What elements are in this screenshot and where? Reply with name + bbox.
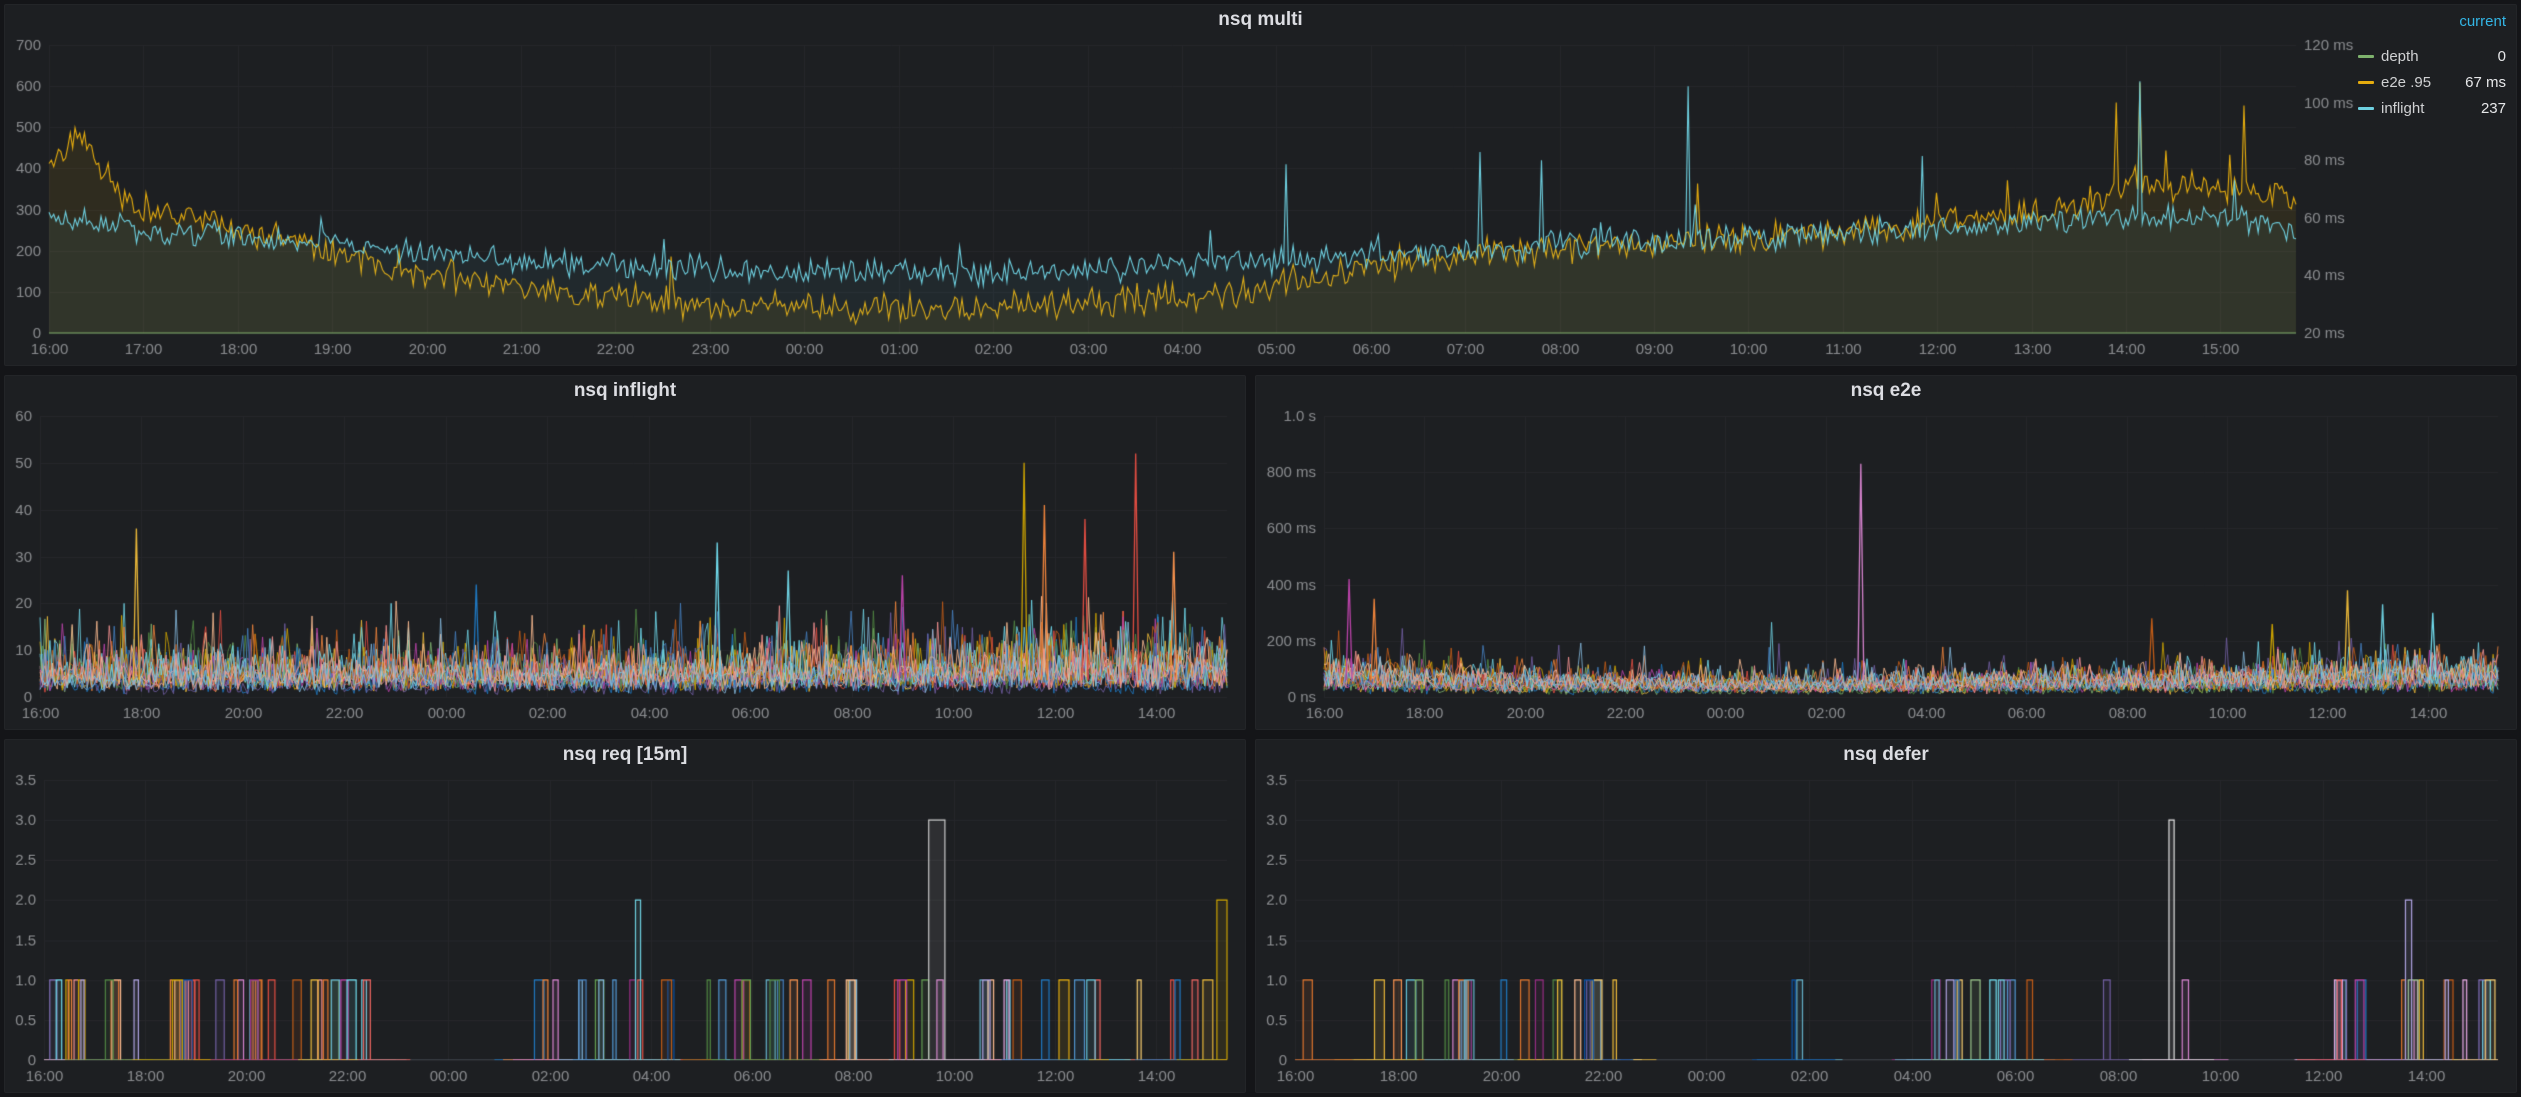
panel-body-nsq-e2e [1256,406,2516,729]
panel-body-nsq-inflight [5,406,1245,729]
panel-nsq-multi: nsq multi current depth 0 e2e .95 67 ms infl… [4,4,2517,366]
chart-canvas-nsq-req-15m[interactable] [7,770,1241,1091]
panel-body-nsq-defer [1256,770,2516,1093]
legend-nsq-multi: current depth 0 e2e .95 67 ms inflight 237 [2358,13,2506,126]
chart-canvas-nsq-multi[interactable] [7,35,2362,363]
dashboard-row-bottom: nsq req [15m] nsq defer [4,739,2517,1094]
panel-title-nsq-inflight[interactable]: nsq inflight [5,376,1245,406]
chart-canvas-nsq-e2e[interactable] [1258,406,2512,727]
panel-body-nsq-multi [5,35,2516,365]
legend-item-label: e2e .95 [2381,74,2431,91]
panel-body-nsq-req-15m [5,770,1245,1093]
legend-item-label: depth [2381,48,2419,65]
legend-item-current-value: 237 [2481,100,2506,117]
panel-title-nsq-multi[interactable]: nsq multi [5,5,2516,35]
panel-title-nsq-req-15m[interactable]: nsq req [15m] [5,740,1245,770]
legend-item-depth[interactable]: depth 0 [2358,48,2506,65]
chart-canvas-nsq-defer[interactable] [1258,770,2512,1091]
legend-item-current-value: 0 [2498,48,2506,65]
legend-color-dash [2358,107,2374,110]
chart-canvas-nsq-inflight[interactable] [7,406,1241,727]
dashboard-row-middle: nsq inflight nsq e2e [4,375,2517,730]
legend-item-e2e-95[interactable]: e2e .95 67 ms [2358,74,2506,91]
panel-nsq-req-15m: nsq req [15m] [4,739,1246,1094]
panel-nsq-defer: nsq defer [1255,739,2517,1094]
legend-color-dash [2358,55,2374,58]
legend-current-header[interactable]: current [2358,13,2506,30]
legend-item-inflight[interactable]: inflight 237 [2358,100,2506,117]
legend-rows: depth 0 e2e .95 67 ms inflight 237 [2358,48,2506,117]
legend-item-current-value: 67 ms [2465,74,2506,91]
legend-item-label: inflight [2381,100,2424,117]
panel-title-nsq-defer[interactable]: nsq defer [1256,740,2516,770]
panel-nsq-inflight: nsq inflight [4,375,1246,730]
grafana-dashboard: nsq multi current depth 0 e2e .95 67 ms infl… [0,0,2521,1097]
panel-title-nsq-e2e[interactable]: nsq e2e [1256,376,2516,406]
legend-color-dash [2358,81,2374,84]
panel-nsq-e2e: nsq e2e [1255,375,2517,730]
